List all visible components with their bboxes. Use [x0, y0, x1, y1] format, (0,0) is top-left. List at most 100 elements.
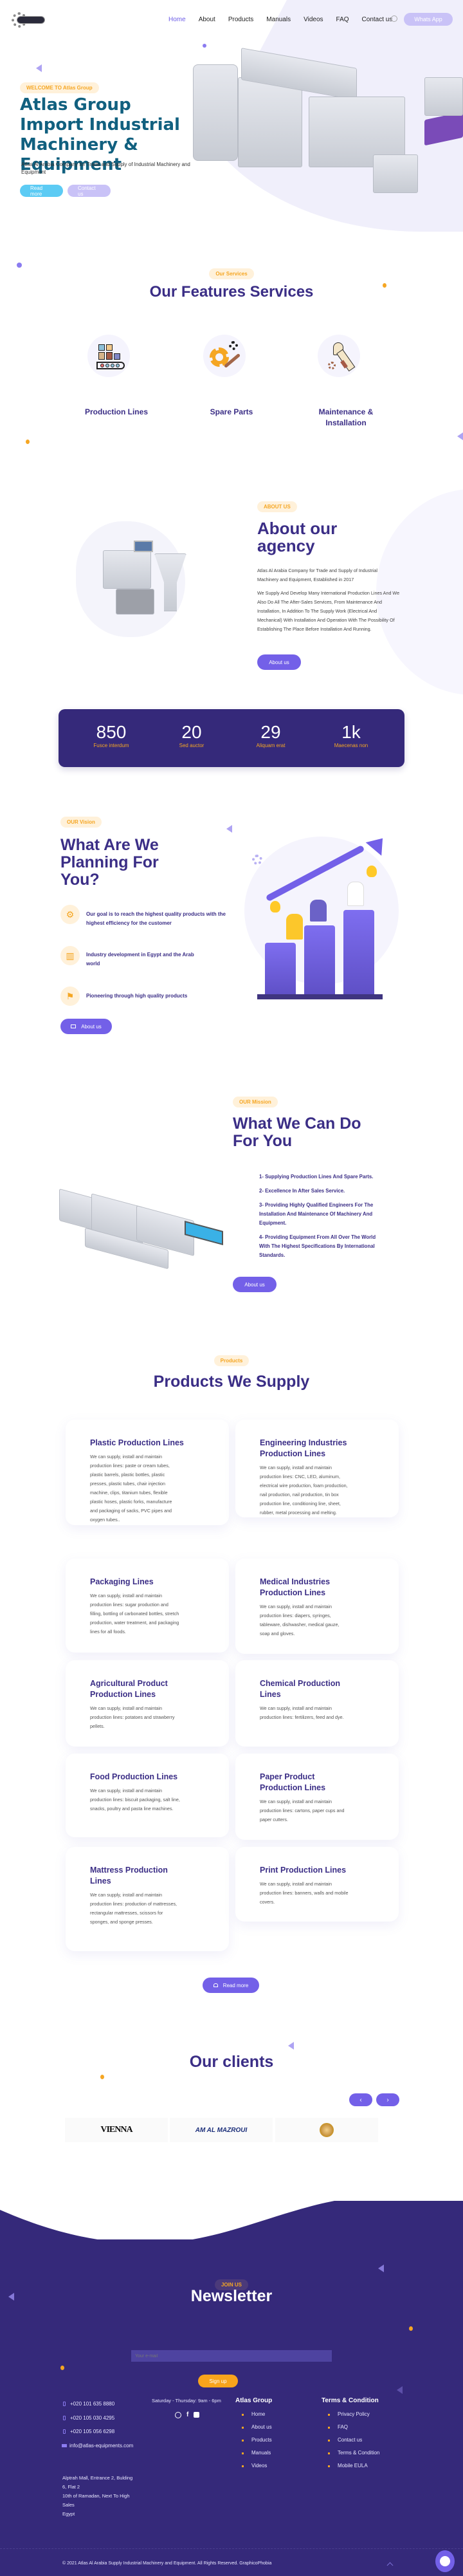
products-badge: Products — [213, 1355, 250, 1366]
nav-faq[interactable]: FAQ — [336, 16, 349, 23]
footer-col-title: Terms & Condition — [322, 2397, 379, 2404]
gear-wrench-icon — [210, 340, 242, 372]
product-desc: We can supply, install and maintain prod… — [260, 1881, 349, 1905]
footer-link[interactable]: Videos — [242, 2460, 272, 2472]
client-logo-card[interactable]: AM AL MAZROUI — [170, 2118, 273, 2142]
footer-link[interactable]: FAQ — [328, 2421, 379, 2434]
clients-prev-button[interactable]: ‹ — [349, 2093, 372, 2106]
bag-icon — [213, 1983, 218, 1987]
site-logo[interactable] — [12, 12, 49, 28]
decor-dot — [60, 2366, 64, 2370]
phone-icon — [63, 2429, 66, 2434]
mission-list: 1- Supplying Production Lines And Spare … — [259, 1172, 381, 1260]
logo-badge — [17, 16, 45, 24]
address-line: Sales — [62, 2502, 75, 2508]
product-card[interactable]: Paper Product Production Lines We can sup… — [235, 1754, 399, 1840]
service-label-maintenance[interactable]: Maintenance & Installation — [301, 407, 391, 429]
growth-illustration — [226, 811, 418, 999]
phone-number: +020 101 635 8880 — [70, 2401, 115, 2407]
product-card[interactable]: Food Production Lines We can supply, inst… — [66, 1754, 229, 1837]
mission-about-button[interactable]: About us — [233, 1277, 277, 1292]
address-line: 10th of Ramadan, Next To High — [62, 2493, 130, 2499]
product-title: Mattress Production Lines — [90, 1866, 168, 1886]
service-label-spare-parts[interactable]: Spare Parts — [186, 407, 277, 418]
whatsapp-icon[interactable] — [175, 2411, 181, 2418]
product-card[interactable]: Chemical Production Lines We can supply, … — [235, 1660, 399, 1747]
footer-link[interactable]: About us — [242, 2421, 272, 2434]
phone-row[interactable]: +020 101 635 8880 — [63, 2397, 133, 2411]
address-line: Alptrah Mall, Entrance 2, Bulding — [62, 2475, 133, 2481]
search-icon[interactable] — [391, 15, 397, 22]
address-line: 6, Flat 2 — [62, 2484, 80, 2490]
client-logo-card[interactable]: VIENNA — [65, 2118, 168, 2142]
product-card[interactable]: Plastic Production Lines We can supply, i… — [66, 1420, 229, 1525]
product-title: Food Production Lines — [90, 1772, 178, 1781]
stat-value: 850 — [96, 722, 127, 742]
decor-triangle — [226, 825, 232, 833]
about-badge: ABOUT US — [257, 501, 297, 512]
mission-badge: OUR Mission — [233, 1097, 278, 1107]
email-address: info@atlas-equipments.com — [69, 2442, 134, 2449]
footer-link[interactable]: Contact us — [328, 2434, 379, 2447]
phone-row[interactable]: +020 105 030 4295 — [63, 2411, 133, 2425]
footer-link[interactable]: Manuals — [242, 2447, 272, 2460]
about-us-button[interactable]: About us — [257, 654, 301, 670]
nav-products[interactable]: Products — [228, 16, 253, 23]
footer-link[interactable]: Privacy Policy — [328, 2408, 379, 2421]
service-label-production[interactable]: Production Lines — [71, 407, 161, 418]
product-title: Paper Product Production Lines — [260, 1772, 326, 1792]
products-read-more-button[interactable]: Read more — [203, 1978, 259, 1993]
nav-videos[interactable]: Videos — [304, 16, 323, 23]
footer-col-terms: Terms & Condition Privacy Policy FAQ Con… — [322, 2397, 379, 2472]
services-badge-wrap: Our Services — [0, 267, 463, 279]
clients-next-button[interactable]: › — [376, 2093, 399, 2106]
vision-title: What Are We Planning For You? — [60, 836, 159, 889]
mission-item: 4- Providing Equipment From All Over The… — [259, 1234, 376, 1258]
footer-link[interactable]: Products — [242, 2434, 272, 2447]
nav-manuals[interactable]: Manuals — [266, 16, 291, 23]
facebook-icon[interactable]: f — [186, 2411, 188, 2418]
footer-address: Alptrah Mall, Entrance 2, Bulding 6, Fla… — [62, 2474, 132, 2519]
about-title: About our agency — [257, 519, 338, 555]
footer-link[interactable]: Terms & Condition — [328, 2447, 379, 2460]
vision-about-label: About us — [81, 1023, 102, 1030]
vision-item-text: Pioneering through high quality products — [86, 993, 188, 999]
about-machine-image — [90, 534, 193, 631]
footer-divider — [0, 2548, 463, 2549]
product-card[interactable]: Print Production Lines We can supply, ins… — [235, 1847, 399, 1922]
footer-link[interactable]: Home — [242, 2408, 272, 2421]
decor-triangle — [288, 2042, 294, 2050]
product-card[interactable]: Agricultural Product Production Lines We … — [66, 1660, 229, 1747]
product-card[interactable]: Medical Industries Production Lines We ca… — [235, 1559, 399, 1654]
nav-about[interactable]: About — [199, 16, 215, 23]
gear-decor-icon — [252, 855, 262, 865]
whatsapp-button[interactable]: Whats App — [404, 13, 453, 26]
client-logo-card[interactable] — [275, 2118, 378, 2142]
footer-link[interactable]: Mobile EULA — [328, 2460, 379, 2472]
vision-about-button[interactable]: About us — [60, 1019, 112, 1034]
product-title: Medical Industries Production Lines — [260, 1577, 331, 1597]
youtube-icon[interactable] — [194, 2412, 200, 2418]
product-card[interactable]: Mattress Production Lines We can supply, … — [66, 1847, 229, 1951]
phone-number: +020 105 056 6298 — [70, 2429, 115, 2434]
newsletter-title: Newsletter — [190, 2287, 273, 2305]
contact-us-button[interactable]: Contact us — [68, 185, 111, 197]
phone-row[interactable]: +020 105 056 6298 — [63, 2425, 133, 2439]
newsletter-email-input[interactable] — [131, 2350, 332, 2362]
nav-contact[interactable]: Contact us — [362, 16, 393, 23]
product-desc: We can supply, install and maintain prod… — [260, 1465, 348, 1515]
read-more-button[interactable]: Read more — [20, 185, 63, 197]
nav-home[interactable]: Home — [168, 16, 186, 23]
hero-badge: WELCOME TO Atlas Group — [20, 82, 99, 93]
product-card[interactable]: Engineering Industries Production Lines W… — [235, 1420, 399, 1517]
product-card[interactable]: Packaging Lines We can supply, install an… — [66, 1559, 229, 1653]
main-nav: Home About Products Manuals Videos FAQ C… — [168, 16, 405, 23]
product-title: Packaging Lines — [90, 1577, 154, 1586]
email-row[interactable]: info@atlas-equipments.com — [62, 2439, 133, 2453]
mission-item: 3- Providing Highly Qualified Engineers … — [259, 1202, 374, 1226]
stat-label: Sed auctor — [179, 743, 204, 748]
product-desc: We can supply, install and maintain prod… — [90, 1593, 179, 1635]
newsletter-signup-button[interactable]: Sign up — [198, 2375, 238, 2387]
messenger-chat-button[interactable] — [435, 2550, 455, 2572]
newsletter-section — [0, 2201, 463, 2576]
